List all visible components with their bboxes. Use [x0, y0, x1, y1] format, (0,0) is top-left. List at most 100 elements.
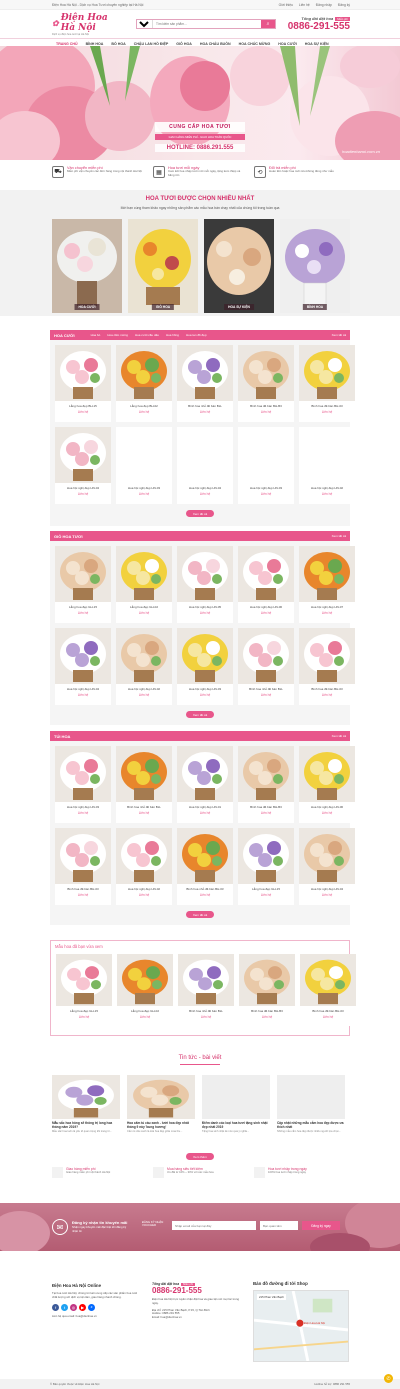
product-card[interactable]: Hoa hội nghị đẹp HN-03 Liên hệ — [55, 746, 111, 823]
news-item-title[interactable]: Điểm danh các loại hoa tươi tặng sinh nh… — [202, 1121, 270, 1129]
nav-item-hoa-su-kien[interactable]: Hoa sự kiện — [301, 42, 333, 46]
product-card[interactable]: Hoa hội nghị đẹp HN-03 Liên hệ — [116, 427, 172, 504]
top-link[interactable]: Liên hệ — [299, 3, 310, 7]
category-card[interactable]: HOA SỰ KIỆN — [204, 219, 274, 313]
nav-item-bo-hoa[interactable]: Bó hoa — [107, 42, 129, 46]
product-card[interactable]: Hoa hội nghị đẹp HN-01 Liên hệ — [177, 746, 233, 823]
product-card[interactable]: Bình hoa nhỏ đề bàn BH- Liên hệ — [116, 746, 172, 823]
top-link[interactable]: Giới thiệu — [279, 3, 293, 7]
product-card[interactable]: Lẵng hoa đẹp GH-02 Liên hệ — [116, 546, 172, 623]
product-name: Bình hoa nhỏ đề bàn BH- — [127, 805, 161, 809]
product-price: Liên hệ — [261, 1015, 273, 1019]
nav-item-gio-hoa[interactable]: Giỏ hoa — [172, 42, 196, 46]
phone-call-icon[interactable]: ✆ — [384, 1374, 393, 1383]
product-name: Hoa hội nghị đẹp HN-03 — [66, 805, 100, 809]
nav-item-binh-hoa[interactable]: Bình hoa — [82, 42, 108, 46]
product-card[interactable]: Hoa hội nghị đẹp HN-06 Liên hệ — [238, 546, 294, 623]
hotline-number[interactable]: 0886-291-555 — [288, 21, 350, 32]
nav-item-home[interactable]: Trang chủ — [52, 42, 82, 46]
section-tab[interactable]: Hoa tan đồ đẹp — [186, 333, 207, 337]
section-tab[interactable]: Hoa cầm mừng — [107, 333, 128, 337]
section-more-link[interactable]: Xem tất cả — [332, 333, 346, 337]
product-card[interactable]: Bình hoa nhỏ đề bàn BH- Liên hệ — [178, 954, 234, 1026]
category-card[interactable]: GIỎ HOA — [128, 219, 198, 313]
subscribe-button[interactable]: Đăng ký ngay — [302, 1221, 340, 1230]
product-card[interactable]: Hoa hội nghị đẹp HN-02 Liên hệ — [116, 828, 172, 905]
product-card[interactable]: Bình hoa nhỏ đề bàn BH- Liên hệ — [177, 345, 233, 422]
top-bar-text: Điện Hoa Hà Nội - Dịch vụ Hoa Tươi chuyê… — [52, 2, 144, 7]
product-card[interactable]: Bình hoa nhỏ đề bàn BH- Liên hệ — [238, 628, 294, 705]
product-card[interactable]: Hoa hội nghị đẹp HN-04 Liên hệ — [177, 427, 233, 504]
map-embed[interactable]: 215 Phan Văn Bạch ⬤ Điện Hoa Hà Nội — [253, 1290, 349, 1362]
section-tab[interactable]: Hoa hồng — [166, 333, 179, 337]
news-item-title[interactable]: Hoa cẩm tú cầu xanh - lưới hoa đẹp nhất … — [127, 1121, 195, 1129]
product-card[interactable]: Hoa hội nghị đẹp HN-07 Liên hệ — [299, 546, 355, 623]
news-more-button[interactable]: Xem thêm — [186, 1153, 214, 1160]
product-card[interactable]: Lẵng hoa đẹp GH-15 Liên hệ — [55, 546, 111, 623]
product-card[interactable]: Lẵng hoa đẹp GH-15 Liên hệ — [238, 828, 294, 905]
product-price: Liên hệ — [78, 1015, 90, 1019]
product-image-art — [55, 546, 111, 602]
product-card[interactable]: Lẵng hoa đẹp GH-15 Liên hệ — [56, 954, 112, 1026]
news-item[interactable]: Cập nhật những mẫu cắm hoa đẹp được ưa t… — [277, 1075, 345, 1133]
commitment-desc: Giao hàng miễn phí nội thành Hà Nội — [66, 1171, 111, 1174]
product-card[interactable]: Bình hoa nhỏ đề bàn BH-03 Liên hệ — [177, 828, 233, 905]
nav-item-hoa-chuc-mung[interactable]: Hoa chúc mừng — [235, 42, 275, 46]
product-card[interactable]: Hoa hội nghị đẹp HN-02 Liên hệ — [116, 628, 172, 705]
logo[interactable]: ✿ Điện Hoa Hà Nội Dịch vụ điện hoa tươi … — [52, 13, 124, 36]
search-input[interactable] — [153, 20, 261, 28]
nav-item-hoa-chau-buon[interactable]: Hoa cháu buôn — [196, 42, 235, 46]
subscribe-interest-select[interactable] — [260, 1221, 298, 1230]
product-card[interactable]: Hoa hội nghị đẹp HN-05 Liên hệ — [177, 546, 233, 623]
search-button[interactable]: ⌕ — [261, 20, 275, 28]
instagram-icon[interactable]: ◎ — [70, 1303, 77, 1311]
view-all-button[interactable]: Xem tất cả — [186, 711, 214, 718]
product-image — [238, 546, 294, 602]
section-tab[interactable]: Hoa bó — [91, 333, 101, 337]
section-more-link[interactable]: Xem tất cả — [332, 534, 346, 538]
news-item-title[interactable]: Cập nhật những mẫu cắm hoa đẹp được ưa t… — [277, 1121, 345, 1129]
top-link[interactable]: Đăng ký — [338, 3, 350, 7]
zalo-icon[interactable]: Z — [88, 1303, 95, 1311]
footer-hotline-number[interactable]: 0886-291-555 — [152, 1286, 242, 1295]
top-link[interactable]: Đăng nhập — [316, 3, 332, 7]
search-category-select[interactable]: All — [137, 20, 153, 28]
product-card[interactable]: Hoa hội nghị đẹp HN-06 Liên hệ — [299, 746, 355, 823]
product-card[interactable]: Hoa hội nghị đẹp HN-04 Liên hệ — [55, 427, 111, 504]
product-card[interactable]: Hoa hội nghị đẹp HN-03 Liên hệ — [177, 628, 233, 705]
nav-item-hoa-cuoi[interactable]: Hoa cưới — [274, 42, 301, 46]
product-card[interactable]: Bình hoa đề bàn BH-B3 Liên hệ — [238, 746, 294, 823]
product-card[interactable]: Bình hoa đề bàn BH-03 Liên hệ — [55, 828, 111, 905]
twitter-icon[interactable]: t — [61, 1303, 68, 1311]
youtube-icon[interactable]: ▶ — [79, 1303, 86, 1311]
product-image — [177, 628, 233, 684]
product-card[interactable]: Lẵng hoa đẹp GH-02 Liên hệ — [117, 954, 173, 1026]
map-address-label: 215 Phan Văn Bạch — [257, 1294, 286, 1300]
product-card[interactable]: Bình hoa đề bàn BH-03 Liên hệ — [300, 954, 356, 1026]
product-card[interactable]: Bình hoa đề bàn BH-B3 Liên hệ — [238, 345, 294, 422]
product-card[interactable]: Hoa hội nghị đẹp HN-03 Liên hệ — [238, 427, 294, 504]
news-item[interactable]: Điểm danh các loại hoa tươi tặng sinh nh… — [202, 1075, 270, 1133]
news-item[interactable]: Mẫu sắc hoa hồng sẽ thống trị long hoa t… — [52, 1075, 120, 1133]
nav-item-chau-lan[interactable]: Chậu lan hồ điệp — [130, 42, 173, 46]
product-card[interactable]: Lẵng hoa đẹp BH-15 Liên hệ — [55, 345, 111, 422]
product-card[interactable]: Hoa hội nghị đẹp HN-04 Liên hệ — [299, 828, 355, 905]
section-more-link[interactable]: Xem tất cả — [332, 734, 346, 738]
news-item[interactable]: Hoa cẩm tú cầu xanh - lưới hoa đẹp nhất … — [127, 1075, 195, 1133]
product-card[interactable]: Hoa hội nghị đẹp HN-02 Liên hệ — [299, 427, 355, 504]
category-card[interactable]: HOA CƯỚI — [52, 219, 122, 313]
hero-banner[interactable]: CUNG CẤP HOA TƯƠI GIAO HÀNG MIỄN PHÍ - G… — [0, 46, 400, 160]
view-all-button[interactable]: Xem tất cả — [186, 911, 214, 918]
view-all-button[interactable]: Xem tất cả — [186, 510, 214, 517]
product-card[interactable]: Bình hoa đề bàn BH-03 Liên hệ — [299, 628, 355, 705]
category-card[interactable]: BÌNH HOA — [280, 219, 350, 313]
product-name: Hoa hội nghị đẹp HN-03 — [188, 687, 222, 691]
product-card[interactable]: Hoa hội nghị đẹp HN-04 Liên hệ — [55, 628, 111, 705]
section-tab[interactable]: Hoa cưới cầu dâu — [135, 333, 159, 337]
news-item-title[interactable]: Mẫu sắc hoa hồng sẽ thống trị long hoa t… — [52, 1121, 120, 1129]
facebook-icon[interactable]: f — [52, 1303, 59, 1311]
product-card[interactable]: Lẵng hoa đẹp BH-02 Liên hệ — [116, 345, 172, 422]
product-card[interactable]: Bình hoa đề bàn BH-B3 Liên hệ — [239, 954, 295, 1026]
subscribe-email-input[interactable] — [172, 1221, 256, 1230]
product-card[interactable]: Bình hoa đề bàn BH-03 Liên hệ — [299, 345, 355, 422]
